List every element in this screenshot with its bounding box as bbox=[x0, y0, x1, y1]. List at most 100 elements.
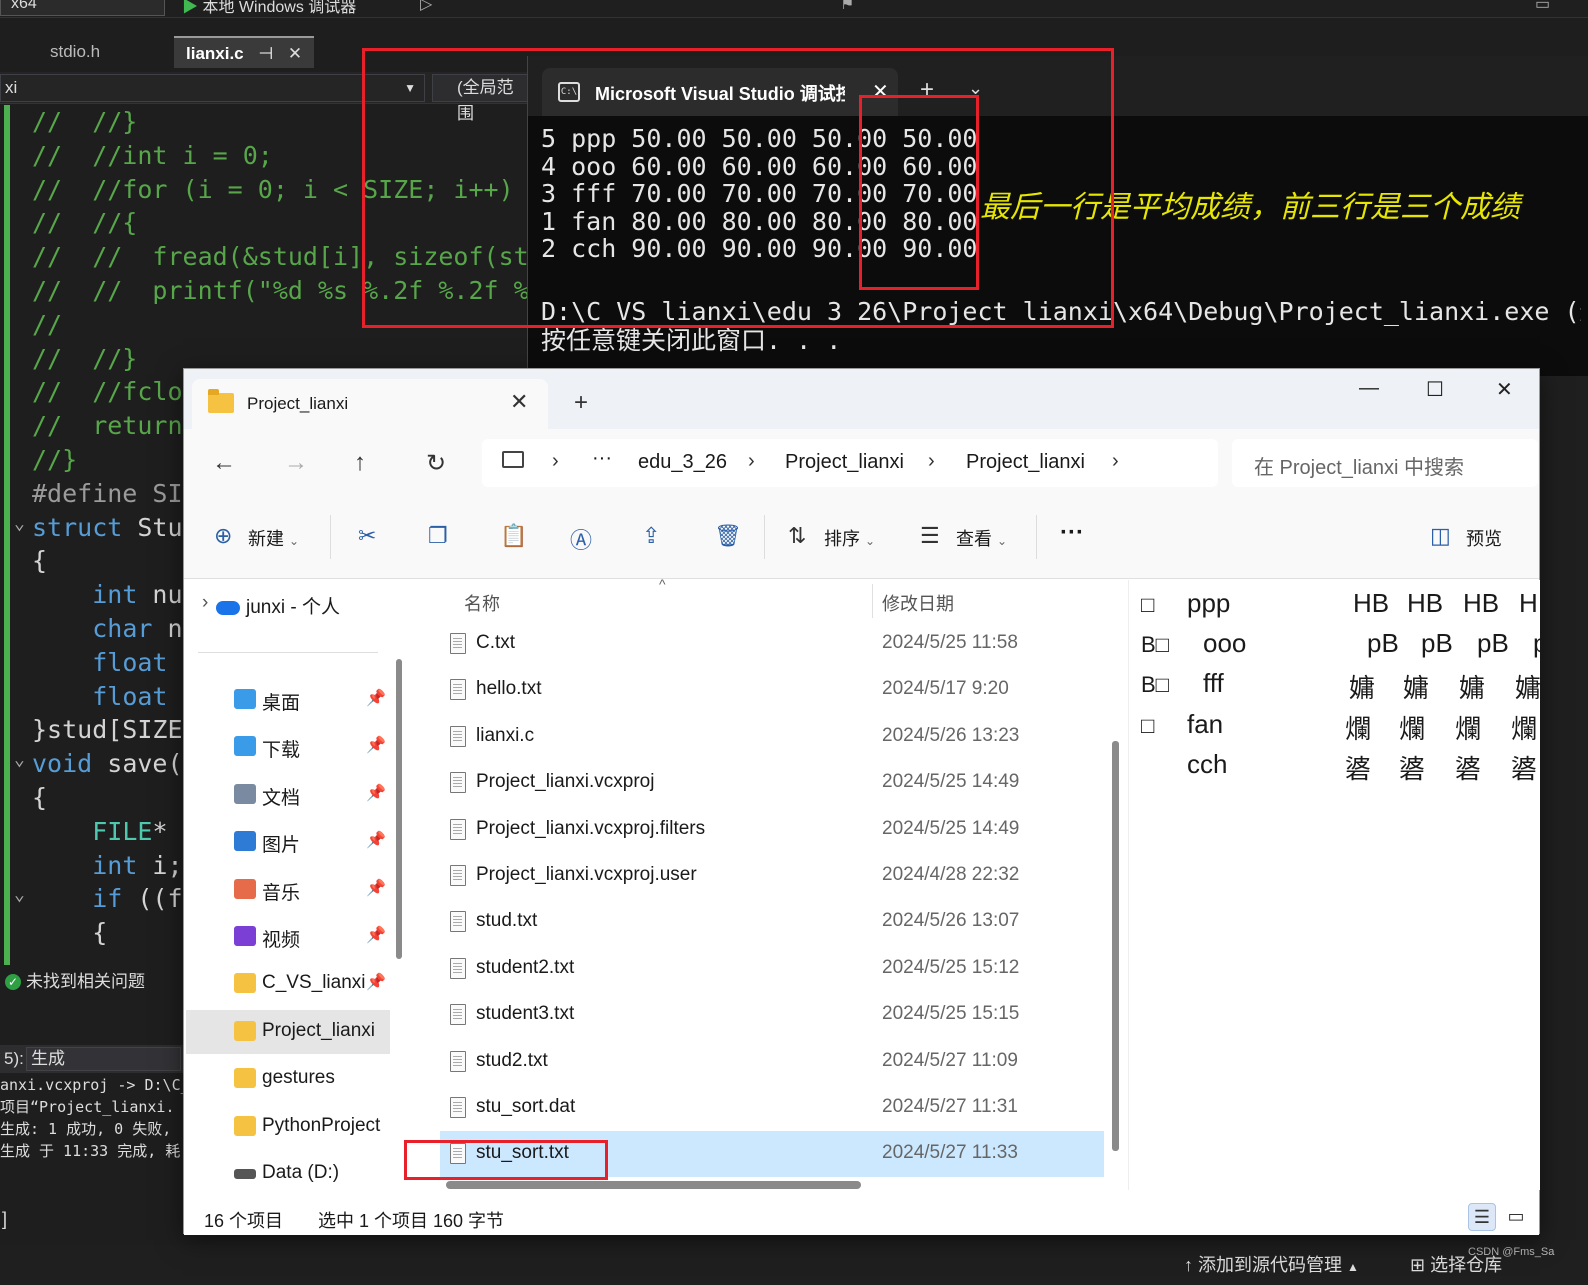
code-line[interactable]: void save() bbox=[32, 747, 198, 781]
copy-icon[interactable]: ❐ bbox=[428, 523, 448, 549]
sidebar-item[interactable]: 下载 📌 bbox=[186, 725, 390, 769]
back-arrow-icon[interactable]: ← bbox=[212, 449, 236, 477]
refresh-icon[interactable]: ↻ bbox=[426, 449, 446, 478]
code-line[interactable]: FILE* f bbox=[32, 815, 197, 849]
file-row[interactable]: student2.txt 2024/5/25 15:12 bbox=[440, 946, 1104, 992]
column-name[interactable]: 名称 bbox=[464, 590, 500, 616]
file-row[interactable]: stud.txt 2024/5/26 13:07 bbox=[440, 899, 1104, 945]
sidebar-item[interactable]: 文档 📌 bbox=[186, 773, 390, 817]
code-line[interactable]: float a bbox=[32, 680, 197, 714]
share-icon[interactable]: ⇪ bbox=[642, 523, 660, 549]
close-icon[interactable]: ✕ bbox=[288, 44, 302, 63]
new-plus-icon[interactable]: ⊕ bbox=[214, 523, 232, 549]
file-row[interactable]: Project_lianxi.vcxproj.filters 2024/5/25 … bbox=[440, 807, 1104, 853]
file-list-horizontal-scrollbar[interactable] bbox=[446, 1181, 861, 1189]
code-line[interactable]: if ((fp bbox=[32, 882, 197, 916]
ellipsis-icon[interactable]: ··· bbox=[592, 447, 612, 470]
file-row[interactable]: stu_sort.dat 2024/5/27 11:31 bbox=[440, 1085, 1104, 1131]
window-restore-icon[interactable]: ▭ bbox=[1535, 0, 1550, 14]
code-line[interactable]: // return bbox=[32, 409, 183, 443]
navigation-scrollbar[interactable] bbox=[396, 659, 402, 959]
sidebar-item[interactable]: Project_lianxi bbox=[186, 1009, 390, 1054]
pin-icon[interactable]: 📌 bbox=[366, 783, 386, 803]
address-bar[interactable]: › ··· edu_3_26 › Project_lianxi › Projec… bbox=[482, 439, 1218, 487]
sidebar-item[interactable]: gestures bbox=[186, 1057, 390, 1101]
code-line[interactable]: { bbox=[32, 544, 47, 578]
file-row[interactable]: lianxi.c 2024/5/26 13:23 bbox=[440, 714, 1104, 760]
pin-icon[interactable]: 📌 bbox=[366, 735, 386, 755]
sidebar-item[interactable]: 视频 📌 bbox=[186, 915, 390, 959]
column-separator[interactable] bbox=[872, 584, 873, 618]
add-to-source-control-button[interactable]: ↑ 添加到源代码管理 ▲ bbox=[1184, 1251, 1359, 1277]
file-explorer-window[interactable]: Project_lianxi ✕ + — ☐ ✕ ← → ↑ ↻ › ··· e… bbox=[183, 368, 1540, 1235]
file-row[interactable]: stud2.txt 2024/5/27 11:09 bbox=[440, 1039, 1104, 1085]
fold-chevron-icon[interactable]: ⌄ bbox=[14, 513, 25, 534]
new-tab-icon[interactable]: + bbox=[574, 389, 588, 417]
code-line[interactable]: // //int i = 0; bbox=[32, 139, 273, 173]
play-outline-icon[interactable]: ▷ bbox=[420, 0, 432, 14]
sidebar-item[interactable]: C_VS_lianxi 📌 bbox=[186, 962, 390, 1006]
paste-icon[interactable]: 📋 bbox=[500, 523, 527, 549]
file-row[interactable]: student3.txt 2024/5/25 15:15 bbox=[440, 992, 1104, 1038]
sort-button[interactable]: 排序 ⌄ bbox=[824, 525, 875, 551]
rename-icon[interactable]: Ⓐ bbox=[570, 523, 592, 555]
tab-stdio-h[interactable]: stdio.h bbox=[38, 36, 112, 68]
chevron-right-icon[interactable]: › bbox=[202, 592, 208, 614]
close-icon[interactable]: ✕ bbox=[510, 389, 528, 415]
bookmark-icon[interactable]: ⚑ bbox=[840, 0, 854, 14]
column-date[interactable]: 修改日期 bbox=[882, 590, 954, 616]
delete-icon[interactable]: 🗑 bbox=[714, 523, 742, 549]
file-row[interactable]: Project_lianxi.vcxproj 2024/5/25 14:49 bbox=[440, 760, 1104, 806]
tab-lianxi-c[interactable]: lianxi.c ⊣ ✕ bbox=[174, 36, 315, 68]
sidebar-item[interactable]: PythonProject bbox=[186, 1105, 390, 1149]
maximize-icon[interactable]: ☐ bbox=[1426, 377, 1444, 402]
code-line[interactable]: float s bbox=[32, 646, 197, 680]
sidebar-item[interactable]: 图片 📌 bbox=[186, 820, 390, 864]
fold-chevron-icon[interactable]: ⌄ bbox=[14, 749, 25, 770]
sidebar-item[interactable]: 音乐 📌 bbox=[186, 868, 390, 912]
pin-icon[interactable]: ⊣ bbox=[258, 44, 273, 63]
pin-icon[interactable]: 📌 bbox=[366, 972, 386, 992]
view-button[interactable]: 查看 ⌄ bbox=[956, 525, 1007, 551]
code-line[interactable]: // //} bbox=[32, 105, 137, 139]
chevron-right-icon[interactable]: › bbox=[1112, 450, 1119, 473]
sidebar-item[interactable]: Data (D:) bbox=[186, 1152, 390, 1190]
search-input[interactable]: 在 Project_lianxi 中搜索 bbox=[1232, 439, 1538, 487]
code-line[interactable]: // //} bbox=[32, 342, 137, 376]
pin-icon[interactable]: 📌 bbox=[366, 878, 386, 898]
pin-icon[interactable]: 📌 bbox=[366, 688, 386, 708]
code-line[interactable]: struct Stud bbox=[32, 511, 198, 545]
breadcrumb-project-lianxi-current[interactable]: Project_lianxi bbox=[966, 451, 1085, 474]
explorer-tab[interactable]: Project_lianxi ✕ bbox=[192, 379, 548, 429]
minimize-icon[interactable]: — bbox=[1359, 377, 1379, 400]
forward-arrow-icon[interactable]: → bbox=[284, 449, 308, 477]
pin-icon[interactable]: 📌 bbox=[366, 925, 386, 945]
code-line[interactable]: // bbox=[32, 308, 62, 342]
view-icon[interactable]: ☰ bbox=[920, 523, 940, 549]
preview-button[interactable]: 预览 bbox=[1466, 525, 1502, 551]
close-window-icon[interactable]: ✕ bbox=[1496, 377, 1513, 402]
breadcrumb-edu-3-26[interactable]: edu_3_26 bbox=[638, 451, 727, 474]
new-button[interactable]: 新建 ⌄ bbox=[248, 525, 299, 551]
more-options-button[interactable]: ··· bbox=[1060, 519, 1084, 547]
breadcrumb-project-lianxi[interactable]: Project_lianxi bbox=[785, 451, 904, 474]
start-debugger-button[interactable]: ▶ 本地 Windows 调试器 bbox=[182, 0, 356, 17]
code-line[interactable]: int i; bbox=[32, 849, 182, 883]
sort-icon[interactable]: ⇅ bbox=[788, 523, 806, 549]
file-list-vertical-scrollbar[interactable] bbox=[1112, 741, 1119, 1151]
code-line[interactable]: int num bbox=[32, 578, 197, 612]
file-row[interactable]: hello.txt 2024/5/17 9:20 bbox=[440, 667, 1104, 713]
output-pane[interactable]: anxi.vcxproj -> D:\C_ 项目“Project_lianxi.… bbox=[0, 1074, 185, 1184]
details-view-icon[interactable]: ☰ bbox=[1468, 1203, 1496, 1231]
onedrive-item[interactable]: › junxi - 个人 bbox=[202, 592, 340, 619]
code-line[interactable]: // //{ bbox=[32, 206, 137, 240]
cut-icon[interactable]: ✂ bbox=[358, 523, 376, 549]
preview-pane-icon[interactable]: ◫ bbox=[1430, 523, 1451, 549]
file-row[interactable]: Project_lianxi.vcxproj.user 2024/4/28 22:… bbox=[440, 853, 1104, 899]
code-line[interactable]: char na bbox=[32, 612, 197, 646]
pin-icon[interactable]: 📌 bbox=[366, 830, 386, 850]
code-line[interactable]: }stud[SIZE] bbox=[32, 713, 198, 747]
code-line[interactable]: // //fclos bbox=[32, 375, 198, 409]
output-source-select[interactable]: 生成 bbox=[26, 1047, 181, 1071]
code-line[interactable]: { bbox=[32, 781, 47, 815]
